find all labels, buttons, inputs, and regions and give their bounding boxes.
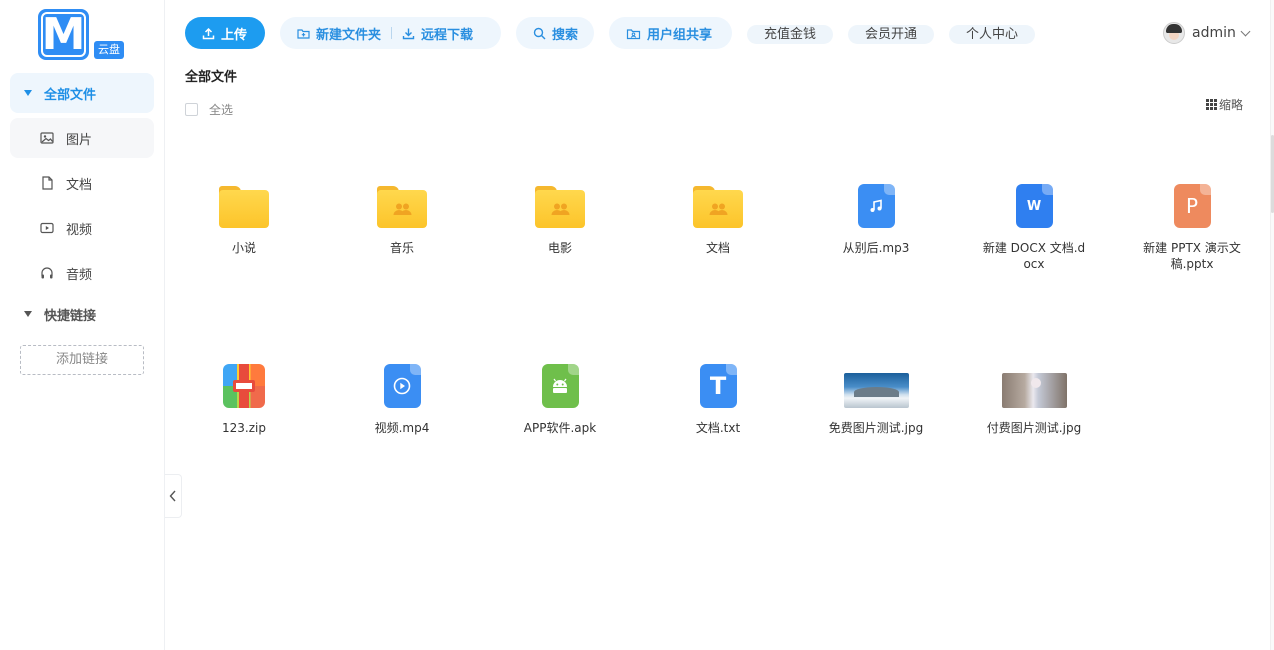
sidebar: M 云盘 全部文件 图片 文档 视频 音频 快捷链接 添加链接 xyxy=(0,0,165,650)
recharge-link[interactable]: 充值金钱 xyxy=(747,25,833,44)
shared-folder-icon xyxy=(626,28,641,39)
remote-download-label: 远程下载 xyxy=(421,27,474,43)
vip-link[interactable]: 会员开通 xyxy=(848,25,934,44)
remote-download-button[interactable]: 远程下载 xyxy=(402,24,473,43)
sidebar-item-documents[interactable]: 文档 xyxy=(10,163,154,203)
cloud-drive-app: M 云盘 全部文件 图片 文档 视频 音频 快捷链接 添加链接 上传 新建文件夹… xyxy=(0,0,1274,650)
sidebar-item-label: 视频 xyxy=(66,222,93,238)
powerpoint-icon: P xyxy=(1173,184,1211,228)
document-icon xyxy=(42,176,53,190)
search-button[interactable]: 搜索 xyxy=(516,17,594,49)
archive-icon xyxy=(223,364,265,408)
sidebar-item-images[interactable]: 图片 xyxy=(10,118,154,158)
group-share-label: 用户组共享 xyxy=(647,27,713,43)
file-item[interactable]: 免费图片测试.jpg xyxy=(816,352,936,436)
file-name: 文档 xyxy=(705,241,730,255)
group-share-button[interactable]: 用户组共享 xyxy=(609,17,732,49)
file-name: 123.zip xyxy=(222,421,266,435)
scrollbar[interactable] xyxy=(1270,0,1274,650)
upload-button[interactable]: 上传 xyxy=(185,17,265,49)
breadcrumb[interactable]: 全部文件 xyxy=(185,66,237,85)
sidebar-section-quick-links[interactable]: 快捷链接 xyxy=(10,294,154,334)
add-link-button[interactable]: 添加链接 xyxy=(20,345,144,375)
shared-folder-icon xyxy=(693,186,743,228)
shared-folder-icon xyxy=(535,186,585,228)
new-folder-icon xyxy=(297,28,310,39)
grid-icon xyxy=(1206,99,1217,110)
file-name: 文档.txt xyxy=(695,421,741,435)
select-all-label: 全选 xyxy=(209,103,234,117)
sidebar-item-audio[interactable]: 音频 xyxy=(10,253,154,293)
video-play-icon xyxy=(383,364,421,408)
word-icon: W xyxy=(1015,184,1053,228)
username: admin xyxy=(1192,25,1236,41)
upload-label: 上传 xyxy=(221,27,248,43)
folder-download-group: 新建文件夹 远程下载 xyxy=(280,17,501,49)
file-item[interactable]: 电影 xyxy=(500,172,620,256)
file-name: 新建 PPTX 演示文稿.pptx xyxy=(1143,241,1241,271)
logo-mark: M xyxy=(38,9,89,60)
file-name: 小说 xyxy=(231,241,256,255)
video-icon xyxy=(40,222,54,234)
file-item[interactable]: T 文档.txt xyxy=(658,352,778,436)
sidebar-item-label: 音频 xyxy=(66,267,93,283)
avatar xyxy=(1163,22,1185,44)
android-icon xyxy=(541,364,579,408)
search-label: 搜索 xyxy=(552,27,579,43)
file-item[interactable]: 从别后.mp3 xyxy=(816,172,936,256)
file-name: 视频.mp4 xyxy=(374,421,430,435)
chevron-down-icon xyxy=(1240,26,1251,36)
upload-icon xyxy=(202,27,215,39)
file-name: 电影 xyxy=(547,241,572,255)
file-item[interactable]: 音乐 xyxy=(342,172,462,256)
divider xyxy=(391,27,393,39)
file-item[interactable]: W 新建 DOCX 文档.docx xyxy=(974,172,1094,272)
file-item[interactable]: 视频.mp4 xyxy=(342,352,462,436)
view-mode-toggle[interactable]: 缩略 xyxy=(1206,96,1243,113)
image-thumbnail xyxy=(1001,373,1067,408)
caret-down-icon xyxy=(24,311,32,317)
image-thumbnail xyxy=(843,373,909,408)
new-folder-button[interactable]: 新建文件夹 xyxy=(297,24,381,43)
file-item[interactable]: P 新建 PPTX 演示文稿.pptx xyxy=(1132,172,1252,272)
search-icon xyxy=(533,27,546,39)
select-all-checkbox[interactable]: 全选 xyxy=(185,101,233,118)
chevron-left-icon xyxy=(169,490,176,502)
view-mode-label: 缩略 xyxy=(1219,98,1244,112)
sidebar-item-label: 全部文件 xyxy=(44,87,97,103)
file-name: 免费图片测试.jpg xyxy=(828,421,924,435)
headphones-icon xyxy=(41,267,53,279)
file-item[interactable]: 123.zip xyxy=(184,352,304,436)
file-item[interactable]: APP软件.apk xyxy=(500,352,620,436)
profile-link[interactable]: 个人中心 xyxy=(949,25,1035,44)
sidebar-section-label: 快捷链接 xyxy=(44,308,97,324)
sidebar-item-label: 文档 xyxy=(66,177,93,193)
music-note-icon xyxy=(857,184,895,228)
checkbox-box xyxy=(185,103,198,116)
sidebar-item-videos[interactable]: 视频 xyxy=(10,208,154,248)
image-icon xyxy=(40,132,54,144)
file-name: 新建 DOCX 文档.docx xyxy=(982,241,1086,271)
file-name: 音乐 xyxy=(389,241,414,255)
logo[interactable]: M 云盘 xyxy=(38,9,126,63)
file-name: 付费图片测试.jpg xyxy=(986,421,1082,435)
user-menu[interactable]: admin xyxy=(1163,21,1251,45)
collapse-sidebar-button[interactable] xyxy=(165,474,182,518)
caret-down-icon xyxy=(24,90,32,96)
sidebar-item-all-files[interactable]: 全部文件 xyxy=(10,73,154,113)
file-item[interactable]: 付费图片测试.jpg xyxy=(974,352,1094,436)
text-file-icon: T xyxy=(699,364,737,408)
new-folder-label: 新建文件夹 xyxy=(316,27,382,43)
file-item[interactable]: 文档 xyxy=(658,172,778,256)
logo-badge: 云盘 xyxy=(94,41,124,59)
folder-icon xyxy=(219,186,269,228)
sidebar-item-label: 图片 xyxy=(66,132,93,148)
file-name: 从别后.mp3 xyxy=(842,241,910,255)
file-item[interactable]: 小说 xyxy=(184,172,304,256)
file-name: APP软件.apk xyxy=(523,421,597,435)
download-icon xyxy=(402,28,415,39)
shared-folder-icon xyxy=(377,186,427,228)
